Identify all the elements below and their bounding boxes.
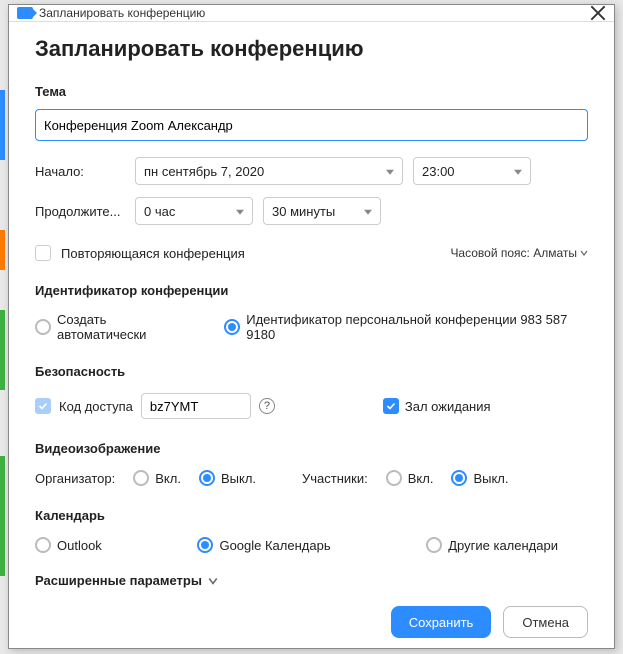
meeting-id-personal-option[interactable]: Идентификатор персональной конференции 9…: [224, 312, 588, 342]
topic-input[interactable]: [35, 109, 588, 141]
meeting-id-auto-label: Создать автоматически: [57, 312, 194, 342]
host-video-on[interactable]: Вкл.: [133, 470, 181, 486]
radio-icon: [386, 470, 402, 486]
timezone-link[interactable]: Часовой пояс: Алматы: [450, 246, 588, 260]
access-code-help[interactable]: ?: [259, 398, 275, 414]
start-label: Начало:: [35, 164, 125, 179]
duration-label: Продолжите...: [35, 204, 125, 219]
waiting-room-label: Зал ожидания: [405, 399, 491, 414]
video-label: Видеоизображение: [35, 441, 588, 456]
waiting-room-option[interactable]: Зал ожидания: [383, 398, 491, 414]
calendar-label: Календарь: [35, 508, 588, 523]
window-title: Запланировать конференцию: [39, 6, 590, 20]
security-label: Безопасность: [35, 364, 588, 379]
recurring-checkbox[interactable]: [35, 245, 51, 261]
start-time-select[interactable]: 23:00: [413, 157, 531, 185]
radio-selected-icon: [451, 470, 467, 486]
meeting-id-auto-option[interactable]: Создать автоматически: [35, 312, 194, 342]
start-date-select[interactable]: пн сентябрь 7, 2020: [135, 157, 403, 185]
duration-hours-select[interactable]: 0 час: [135, 197, 253, 225]
meeting-id-label: Идентификатор конференции: [35, 283, 588, 298]
advanced-label: Расширенные параметры: [35, 573, 202, 588]
calendar-outlook-option[interactable]: Outlook: [35, 537, 102, 553]
cancel-button[interactable]: Отмена: [503, 606, 588, 638]
advanced-options-toggle[interactable]: Расширенные параметры: [35, 573, 588, 588]
radio-icon: [426, 537, 442, 553]
close-button[interactable]: [590, 5, 606, 21]
radio-selected-icon: [197, 537, 213, 553]
chevron-down-icon: [208, 576, 218, 586]
access-code-input[interactable]: [141, 393, 251, 419]
participants-video-off[interactable]: Выкл.: [451, 470, 508, 486]
radio-icon: [35, 319, 51, 335]
chevron-down-icon: [580, 249, 588, 257]
recurring-label: Повторяющаяся конференция: [61, 246, 245, 261]
schedule-meeting-dialog: Запланировать конференцию Запланировать …: [8, 4, 615, 649]
participants-video-on[interactable]: Вкл.: [386, 470, 434, 486]
waiting-room-checkbox: [383, 398, 399, 414]
save-button[interactable]: Сохранить: [391, 606, 492, 638]
radio-selected-icon: [224, 319, 240, 335]
video-participants-label: Участники:: [302, 471, 368, 486]
calendar-google-option[interactable]: Google Календарь: [197, 537, 330, 553]
check-icon: [38, 401, 48, 411]
video-host-label: Организатор:: [35, 471, 115, 486]
titlebar: Запланировать конференцию: [9, 5, 614, 22]
access-code-checkbox[interactable]: [35, 398, 51, 414]
topic-label: Тема: [35, 84, 588, 99]
calendar-other-option[interactable]: Другие календари: [426, 537, 558, 553]
zoom-logo-icon: [17, 7, 33, 19]
radio-icon: [35, 537, 51, 553]
radio-selected-icon: [199, 470, 215, 486]
access-code-label: Код доступа: [59, 399, 133, 414]
meeting-id-personal-label: Идентификатор персональной конференции 9…: [246, 312, 588, 342]
host-video-off[interactable]: Выкл.: [199, 470, 256, 486]
duration-minutes-select[interactable]: 30 минуты: [263, 197, 381, 225]
close-icon: [590, 5, 606, 21]
radio-icon: [133, 470, 149, 486]
page-title: Запланировать конференцию: [35, 36, 588, 62]
check-icon: [386, 401, 396, 411]
timezone-label: Часовой пояс: Алматы: [450, 246, 577, 260]
